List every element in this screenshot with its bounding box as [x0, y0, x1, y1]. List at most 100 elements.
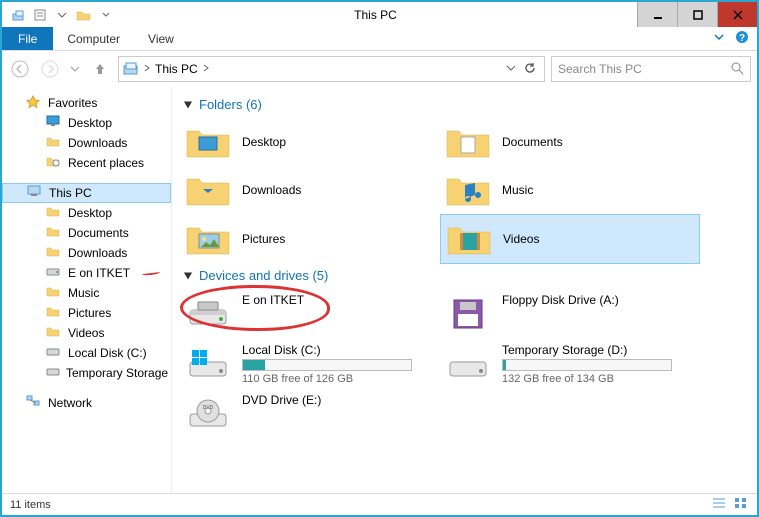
pictures-folder-icon: [184, 219, 232, 259]
nav-bar: This PC Search This PC: [2, 51, 757, 87]
floppy-icon: [444, 293, 492, 335]
refresh-icon[interactable]: [524, 62, 536, 77]
window-controls: [637, 2, 757, 27]
qat-dropdown2-icon[interactable]: [98, 7, 114, 23]
drive-e-on-itket[interactable]: E on ITKET: [180, 289, 440, 339]
capacity-bar: [502, 359, 672, 371]
desktop-icon: [46, 115, 62, 131]
new-folder-icon[interactable]: [76, 7, 92, 23]
collapse-icon: [184, 100, 193, 109]
annotation-mark: [142, 270, 160, 276]
collapse-icon: [184, 271, 193, 280]
help-icon[interactable]: ?: [735, 30, 749, 47]
folder-icon: [46, 225, 62, 241]
search-icon: [730, 61, 744, 78]
drive-icon: [444, 343, 492, 385]
address-bar[interactable]: This PC: [118, 56, 545, 82]
drive-icon: [46, 365, 60, 381]
drive-temp-d[interactable]: Temporary Storage (D:) 132 GB free of 13…: [440, 339, 700, 389]
videos-folder-icon: [445, 219, 493, 259]
sidebar-item-desktop[interactable]: Desktop: [2, 203, 171, 223]
sidebar-item-music[interactable]: Music: [2, 283, 171, 303]
folder-desktop[interactable]: Desktop: [180, 118, 440, 166]
icons-view-icon[interactable]: [733, 496, 749, 513]
properties-icon[interactable]: [32, 7, 48, 23]
maximize-button[interactable]: [677, 2, 717, 27]
svg-text:?: ?: [739, 33, 745, 44]
sidebar-item-e-on-itket[interactable]: E on ITKET: [2, 263, 171, 283]
minimize-button[interactable]: [637, 2, 677, 27]
title-bar: This PC: [2, 2, 757, 27]
folder-documents[interactable]: Documents: [440, 118, 700, 166]
sidebar-thispc[interactable]: This PC: [2, 183, 171, 203]
folders-heading[interactable]: Folders (6): [184, 97, 745, 112]
search-input[interactable]: Search This PC: [551, 56, 751, 82]
computer-icon: [27, 185, 43, 201]
folder-downloads[interactable]: Downloads: [180, 166, 440, 214]
os-drive-icon: [184, 343, 232, 385]
breadcrumb-separator-icon[interactable]: [143, 62, 151, 76]
documents-folder-icon: [444, 122, 492, 162]
drive-local-c[interactable]: Local Disk (C:) 110 GB free of 126 GB: [180, 339, 440, 389]
folder-music[interactable]: Music: [440, 166, 700, 214]
network-drive-icon: [184, 293, 232, 335]
ribbon-tabs: File Computer View ?: [2, 27, 757, 51]
network-icon: [26, 395, 42, 411]
drive-floppy-a[interactable]: Floppy Disk Drive (A:): [440, 289, 700, 339]
folder-pictures[interactable]: Pictures: [180, 214, 440, 264]
folder-icon: [46, 135, 62, 151]
search-placeholder: Search This PC: [558, 62, 642, 76]
sidebar-item-desktop[interactable]: Desktop: [2, 113, 171, 133]
sidebar-item-videos[interactable]: Videos: [2, 323, 171, 343]
recent-icon: [46, 155, 62, 171]
star-icon: [26, 95, 42, 111]
view-tab[interactable]: View: [134, 27, 188, 50]
close-button[interactable]: [717, 2, 757, 27]
folder-icon: [46, 245, 62, 261]
status-bar: 11 items: [2, 493, 757, 515]
sidebar-item-local-disk-c[interactable]: Local Disk (C:): [2, 343, 171, 363]
folder-icon: [46, 285, 62, 301]
folder-icon: [46, 205, 62, 221]
file-tab[interactable]: File: [2, 27, 53, 50]
address-dropdown-icon[interactable]: [506, 62, 516, 77]
window-title: This PC: [114, 8, 637, 22]
sidebar-favorites[interactable]: Favorites: [2, 93, 171, 113]
sidebar-item-documents[interactable]: Documents: [2, 223, 171, 243]
breadcrumb[interactable]: This PC: [155, 62, 198, 76]
back-button[interactable]: [8, 57, 32, 81]
sidebar-item-recent[interactable]: Recent places: [2, 153, 171, 173]
ribbon-expand-icon[interactable]: [713, 31, 725, 46]
folder-icon: [46, 325, 62, 341]
up-button[interactable]: [88, 57, 112, 81]
sidebar-item-downloads[interactable]: Downloads: [2, 133, 171, 153]
breadcrumb-separator-icon[interactable]: [202, 62, 210, 76]
content-pane: Folders (6) Desktop Documents Downloads …: [172, 87, 757, 493]
folder-icon: [46, 305, 62, 321]
sidebar-item-downloads[interactable]: Downloads: [2, 243, 171, 263]
system-icon[interactable]: [10, 7, 26, 23]
sidebar-item-pictures[interactable]: Pictures: [2, 303, 171, 323]
navigation-pane: Favorites Desktop Downloads Recent place…: [2, 87, 172, 493]
recent-dropdown-icon[interactable]: [68, 57, 82, 81]
details-view-icon[interactable]: [711, 496, 727, 513]
drives-heading[interactable]: Devices and drives (5): [184, 268, 745, 283]
music-folder-icon: [444, 170, 492, 210]
dvd-drive-icon: DVD: [184, 393, 232, 435]
location-icon: [123, 61, 139, 77]
qat-dropdown-icon[interactable]: [54, 7, 70, 23]
drive-dvd-e[interactable]: DVD DVD Drive (E:): [180, 389, 440, 439]
drive-icon: [46, 345, 62, 361]
folder-videos[interactable]: Videos: [440, 214, 700, 264]
computer-tab[interactable]: Computer: [53, 27, 134, 50]
sidebar-item-temp-storage[interactable]: Temporary Storage (: [2, 363, 171, 383]
desktop-folder-icon: [184, 122, 232, 162]
sidebar-network[interactable]: Network: [2, 393, 171, 413]
svg-text:DVD: DVD: [203, 405, 214, 411]
forward-button[interactable]: [38, 57, 62, 81]
status-text: 11 items: [10, 499, 51, 511]
capacity-bar: [242, 359, 412, 371]
quick-access-toolbar: [2, 7, 114, 23]
network-drive-icon: [46, 265, 62, 281]
downloads-folder-icon: [184, 170, 232, 210]
